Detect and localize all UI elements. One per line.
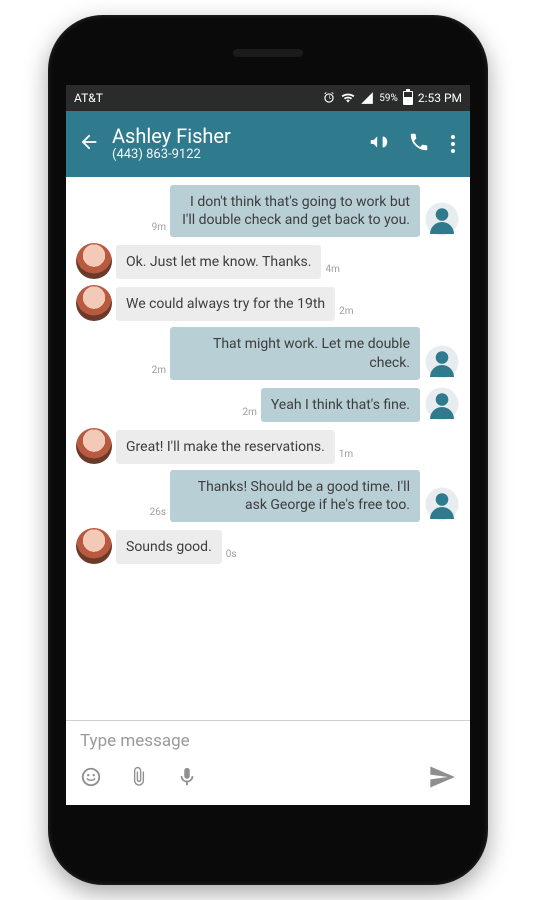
my-avatar[interactable] (424, 201, 460, 237)
message-timestamp: 2m (238, 407, 260, 422)
contact-avatar[interactable] (76, 528, 112, 564)
paperclip-icon (128, 766, 150, 788)
message-timestamp: 2m (148, 365, 170, 380)
battery-percent: 59% (379, 93, 398, 104)
message-thread[interactable]: 9mI don't think that's going to work but… (66, 177, 470, 720)
arrow-left-icon (78, 131, 100, 153)
overflow-menu-button[interactable] (448, 135, 458, 153)
dot-icon (451, 135, 455, 139)
message-row[interactable]: Sounds good.0s (72, 528, 464, 564)
clock-time: 2:53 PM (418, 91, 462, 105)
status-right: 59% 2:53 PM (322, 91, 462, 105)
message-bubble[interactable]: Ok. Just let me know. Thanks. (116, 245, 321, 279)
conversation-header: Ashley Fisher (443) 863-9122 (66, 111, 470, 177)
wifi-icon (341, 91, 355, 105)
compose-toolbar (66, 755, 470, 805)
message-input[interactable]: Type message (66, 721, 470, 755)
alarm-icon (322, 91, 336, 105)
message-bubble[interactable]: We could always try for the 19th (116, 287, 335, 321)
message-bubble[interactable]: Thanks! Should be a good time. I'll ask … (170, 470, 420, 522)
back-button[interactable] (74, 131, 104, 157)
phone-frame: AT&T 59% 2:53 PM Ashley Fisher (443) 863… (48, 15, 488, 885)
status-bar: AT&T 59% 2:53 PM (66, 85, 470, 111)
dot-icon (451, 142, 455, 146)
dot-icon (451, 149, 455, 153)
announce-button[interactable] (368, 131, 390, 157)
message-timestamp: 26s (146, 507, 170, 522)
phone-icon (408, 131, 430, 153)
megaphone-icon (368, 131, 390, 153)
message-bubble[interactable]: Sounds good. (116, 530, 222, 564)
my-avatar[interactable] (424, 386, 460, 422)
message-timestamp: 0s (222, 549, 241, 564)
message-row[interactable]: 2mThat might work. Let me double check. (72, 327, 464, 379)
signal-icon (360, 91, 374, 105)
my-avatar[interactable] (424, 344, 460, 380)
send-icon (428, 763, 456, 791)
message-bubble[interactable]: Yeah I think that's fine. (261, 388, 420, 422)
message-bubble[interactable]: Great! I'll make the reservations. (116, 430, 335, 464)
screen: AT&T 59% 2:53 PM Ashley Fisher (443) 863… (66, 85, 470, 805)
contact-avatar[interactable] (76, 428, 112, 464)
message-row[interactable]: 2mYeah I think that's fine. (72, 386, 464, 422)
attach-button[interactable] (128, 766, 150, 792)
message-bubble[interactable]: I don't think that's going to work but I… (170, 185, 420, 237)
emoji-button[interactable] (80, 766, 102, 792)
message-timestamp: 2m (335, 306, 357, 321)
emoji-icon (80, 766, 102, 788)
message-timestamp: 4m (321, 264, 343, 279)
message-row[interactable]: Ok. Just let me know. Thanks.4m (72, 243, 464, 279)
microphone-icon (176, 766, 198, 788)
battery-icon (403, 91, 413, 105)
speaker-grill (233, 49, 303, 57)
message-timestamp: 1m (335, 449, 357, 464)
send-button[interactable] (428, 763, 456, 795)
contact-avatar[interactable] (76, 285, 112, 321)
message-row[interactable]: 26sThanks! Should be a good time. I'll a… (72, 470, 464, 522)
message-row[interactable]: 9mI don't think that's going to work but… (72, 185, 464, 237)
my-avatar[interactable] (424, 486, 460, 522)
message-bubble[interactable]: That might work. Let me double check. (170, 327, 420, 379)
contact-avatar[interactable] (76, 243, 112, 279)
message-row[interactable]: We could always try for the 19th2m (72, 285, 464, 321)
message-row[interactable]: Great! I'll make the reservations.1m (72, 428, 464, 464)
call-button[interactable] (408, 131, 430, 157)
header-actions (368, 131, 462, 157)
contact-phone: (443) 863-9122 (112, 148, 360, 163)
contact-name: Ashley Fisher (112, 125, 360, 148)
voice-button[interactable] (176, 766, 198, 792)
carrier-label: AT&T (74, 91, 322, 105)
message-timestamp: 9m (148, 222, 170, 237)
contact-title-block[interactable]: Ashley Fisher (443) 863-9122 (112, 125, 360, 163)
